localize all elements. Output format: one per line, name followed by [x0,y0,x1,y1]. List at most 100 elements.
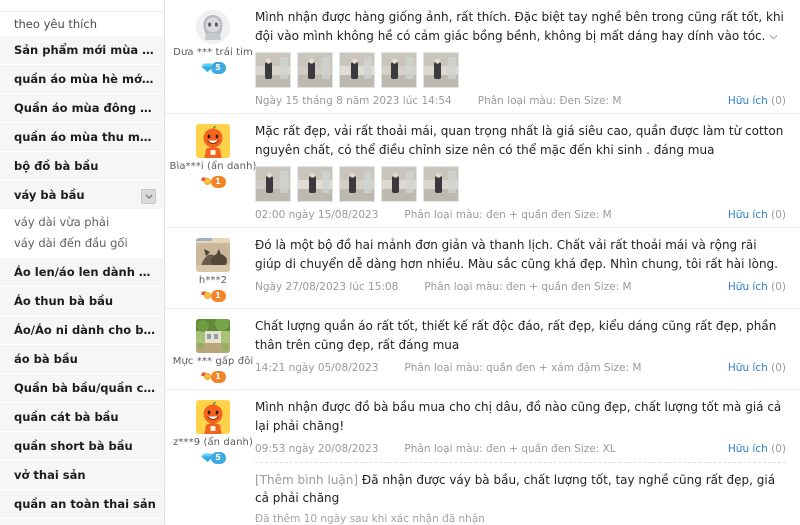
sidebar-item-5[interactable]: váy bà bầu [0,181,164,210]
review-thumbnail[interactable] [255,166,291,202]
helpful-count: (0) [771,209,786,221]
helpful-link[interactable]: Hữu ích [728,362,768,374]
review-meta: Ngày 15 tháng 8 năm 2023 lúc 14:54 Phân l… [255,95,786,107]
review-text-content: Mặc rất đẹp, vải rất thoải mái, quan trọ… [255,124,784,157]
review-text-content: Mình nhận được đồ bà bầu mua cho chị dâu… [255,400,782,433]
review-variant: Phân loại màu: đen + quần đen Size: M [404,209,612,221]
sidebar-item-4[interactable]: bộ đồ bà bầu [0,152,164,181]
helpful-count: (0) [771,362,786,374]
avatar[interactable] [196,238,230,272]
review-body: Mặc rất đẹp, vải rất thoải mái, quan trọ… [251,122,786,221]
review-thumbnail[interactable] [423,166,459,202]
review-thumbnail[interactable] [339,52,375,88]
additional-comment-note: Đã thêm 10 ngày sau khi xác nhận đã nhận [255,513,485,525]
sidebar-item-label: quần áo mùa thu mới … [14,130,164,144]
review-meta: Ngày 27/08/2023 lúc 15:08 Phân loại màu: … [255,281,786,293]
badge-count: 5 [210,451,226,464]
reviewer-block: h***2 1 [175,236,251,302]
helpful-count: (0) [771,95,786,107]
sidebar-item-11[interactable]: quần cát bà bầu [0,403,164,432]
helpful-block: Hữu ích (0) [728,281,786,293]
review-meta: 02:00 ngày 15/08/2023 Phân loại màu: đen … [255,209,786,221]
review-thumbnail[interactable] [381,52,417,88]
reviews-list: Dưa *** trái tim 5 Mình nhận được hàng giố… [165,0,800,525]
review-variant: Phân loại màu: đen + quần đen Size: XL [404,443,616,455]
review-text: Chất lượng quần áo rất tốt, thiết kế rất… [255,317,786,355]
review-text: Đó là một bộ đồ hai mảnh đơn giản và tha… [255,236,786,274]
review-text-content: Chất lượng quần áo rất tốt, thiết kế rất… [255,319,777,352]
sidebar-item-10[interactable]: Quần bà bầu/quần cát [0,374,164,403]
badge-count: 5 [210,61,226,74]
sidebar-item-8[interactable]: Áo/Áo ni dành cho bà … [0,316,164,345]
review-date: Ngày 15 tháng 8 năm 2023 lúc 14:54 [255,95,452,107]
sidebar-item-2[interactable]: Quần áo mùa đông mớ… [0,94,164,123]
review-thumbnail[interactable] [255,52,291,88]
sidebar-subitem-1[interactable]: váy dài đến đầu gối [0,233,164,254]
avatar[interactable] [196,400,230,434]
sidebar-item-3[interactable]: quần áo mùa thu mới … [0,123,164,152]
sidebar-item-label: áo bà bầu [14,352,78,366]
helpful-block: Hữu ích (0) [728,362,786,374]
review-body: Mình nhận được đồ bà bầu mua cho chị dâu… [251,398,786,525]
review-text-content: Đó là một bộ đồ hai mảnh đơn giản và tha… [255,238,778,271]
gem-badge-icon: 5 [201,61,226,74]
review-date: 14:21 ngày 05/08/2023 [255,362,379,374]
additional-comment: [Thêm bình luận] Đã nhận được váy bà bầu… [255,462,786,525]
expand-review-chevron-down-icon[interactable] [769,27,779,46]
review-variant: Phân loại màu: đen + quần đen Size: M [424,281,632,293]
sidebar-item-7[interactable]: Áo thun bà bầu [0,287,164,316]
sidebar-item-list: Sản phẩm mới mùa th… quần áo mùa hè mới 2… [0,36,164,525]
review-thumbnail[interactable] [297,52,333,88]
review-variant: Phân loại màu: quần đen + xám đậm Size: … [404,362,642,374]
review-thumbnails [255,52,786,88]
sidebar-item-1[interactable]: quần áo mùa hè mới 2… [0,65,164,94]
sidebar-item-15[interactable]: váy điều dưỡng [0,519,164,525]
review-thumbnail[interactable] [339,166,375,202]
review-thumbnail[interactable] [423,52,459,88]
review-item: z***9 (ẩn danh) 5 Mình nhận được đồ bà bầu… [165,390,800,525]
badge-count: 1 [210,289,226,302]
review-text: Mình nhận được hàng giống ảnh, rất thích… [255,8,786,46]
review-thumbnail[interactable] [297,166,333,202]
chevron-down-icon[interactable] [141,189,156,204]
avatar[interactable] [196,124,230,158]
helpful-block: Hữu ích (0) [728,95,786,107]
helpful-count: (0) [771,443,786,455]
sidebar-item-label: quần an toàn thai sản [14,497,156,511]
review-thumbnail[interactable] [381,166,417,202]
sidebar-header: theo yêu thích [0,12,164,36]
additional-comment-line: [Thêm bình luận] Đã nhận được váy bà bầu… [255,471,786,507]
sidebar-item-label: Sản phẩm mới mùa th… [14,43,164,57]
sidebar-item-label: quần short bà bầu [14,439,133,453]
sidebar-item-0[interactable]: Sản phẩm mới mùa th… [0,36,164,65]
sidebar-item-label: vở thai sản [14,468,86,482]
badge-count: 1 [210,370,226,383]
avatar[interactable] [196,10,230,44]
helpful-link[interactable]: Hữu ích [728,281,768,293]
helpful-block: Hữu ích (0) [728,209,786,221]
reviewer-block: Mực *** gấp đôi 1 [173,317,253,383]
reviewer-name: h***2 [198,275,228,286]
avatar[interactable] [196,319,230,353]
sidebar-item-label: Quần bà bầu/quần cát [14,381,157,395]
sidebar-item-12[interactable]: quần short bà bầu [0,432,164,461]
sidebar-item-6[interactable]: Áo len/áo len dành ch… [0,258,164,287]
helpful-link[interactable]: Hữu ích [728,95,768,107]
reviewer-name: Bìa***i (ẩn danh) [169,161,257,172]
review-date: 02:00 ngày 15/08/2023 [255,209,379,221]
sidebar-subitem-0[interactable]: váy dài vừa phải [0,212,164,233]
sidebar-item-label: Quần áo mùa đông mớ… [14,101,164,115]
sidebar-item-14[interactable]: quần an toàn thai sản [0,490,164,519]
helpful-link[interactable]: Hữu ích [728,209,768,221]
review-text-content: Mình nhận được hàng giống ảnh, rất thích… [255,10,784,43]
medal-badge-icon: 1 [201,175,226,188]
sidebar-subitem-list: váy dài vừa phải váy dài đến đầu gối [0,210,164,258]
sidebar-item-13[interactable]: vở thai sản [0,461,164,490]
review-item: Mực *** gấp đôi 1 Chất lượng quần áo rất t… [165,309,800,390]
review-body: Chất lượng quần áo rất tốt, thiết kế rất… [251,317,786,383]
review-body: Mình nhận được hàng giống ảnh, rất thích… [251,8,786,107]
sidebar-item-label: quần áo mùa hè mới 2… [14,72,164,86]
sidebar-item-9[interactable]: áo bà bầu [0,345,164,374]
gem-badge-icon: 5 [201,451,226,464]
helpful-link[interactable]: Hữu ích [728,443,768,455]
